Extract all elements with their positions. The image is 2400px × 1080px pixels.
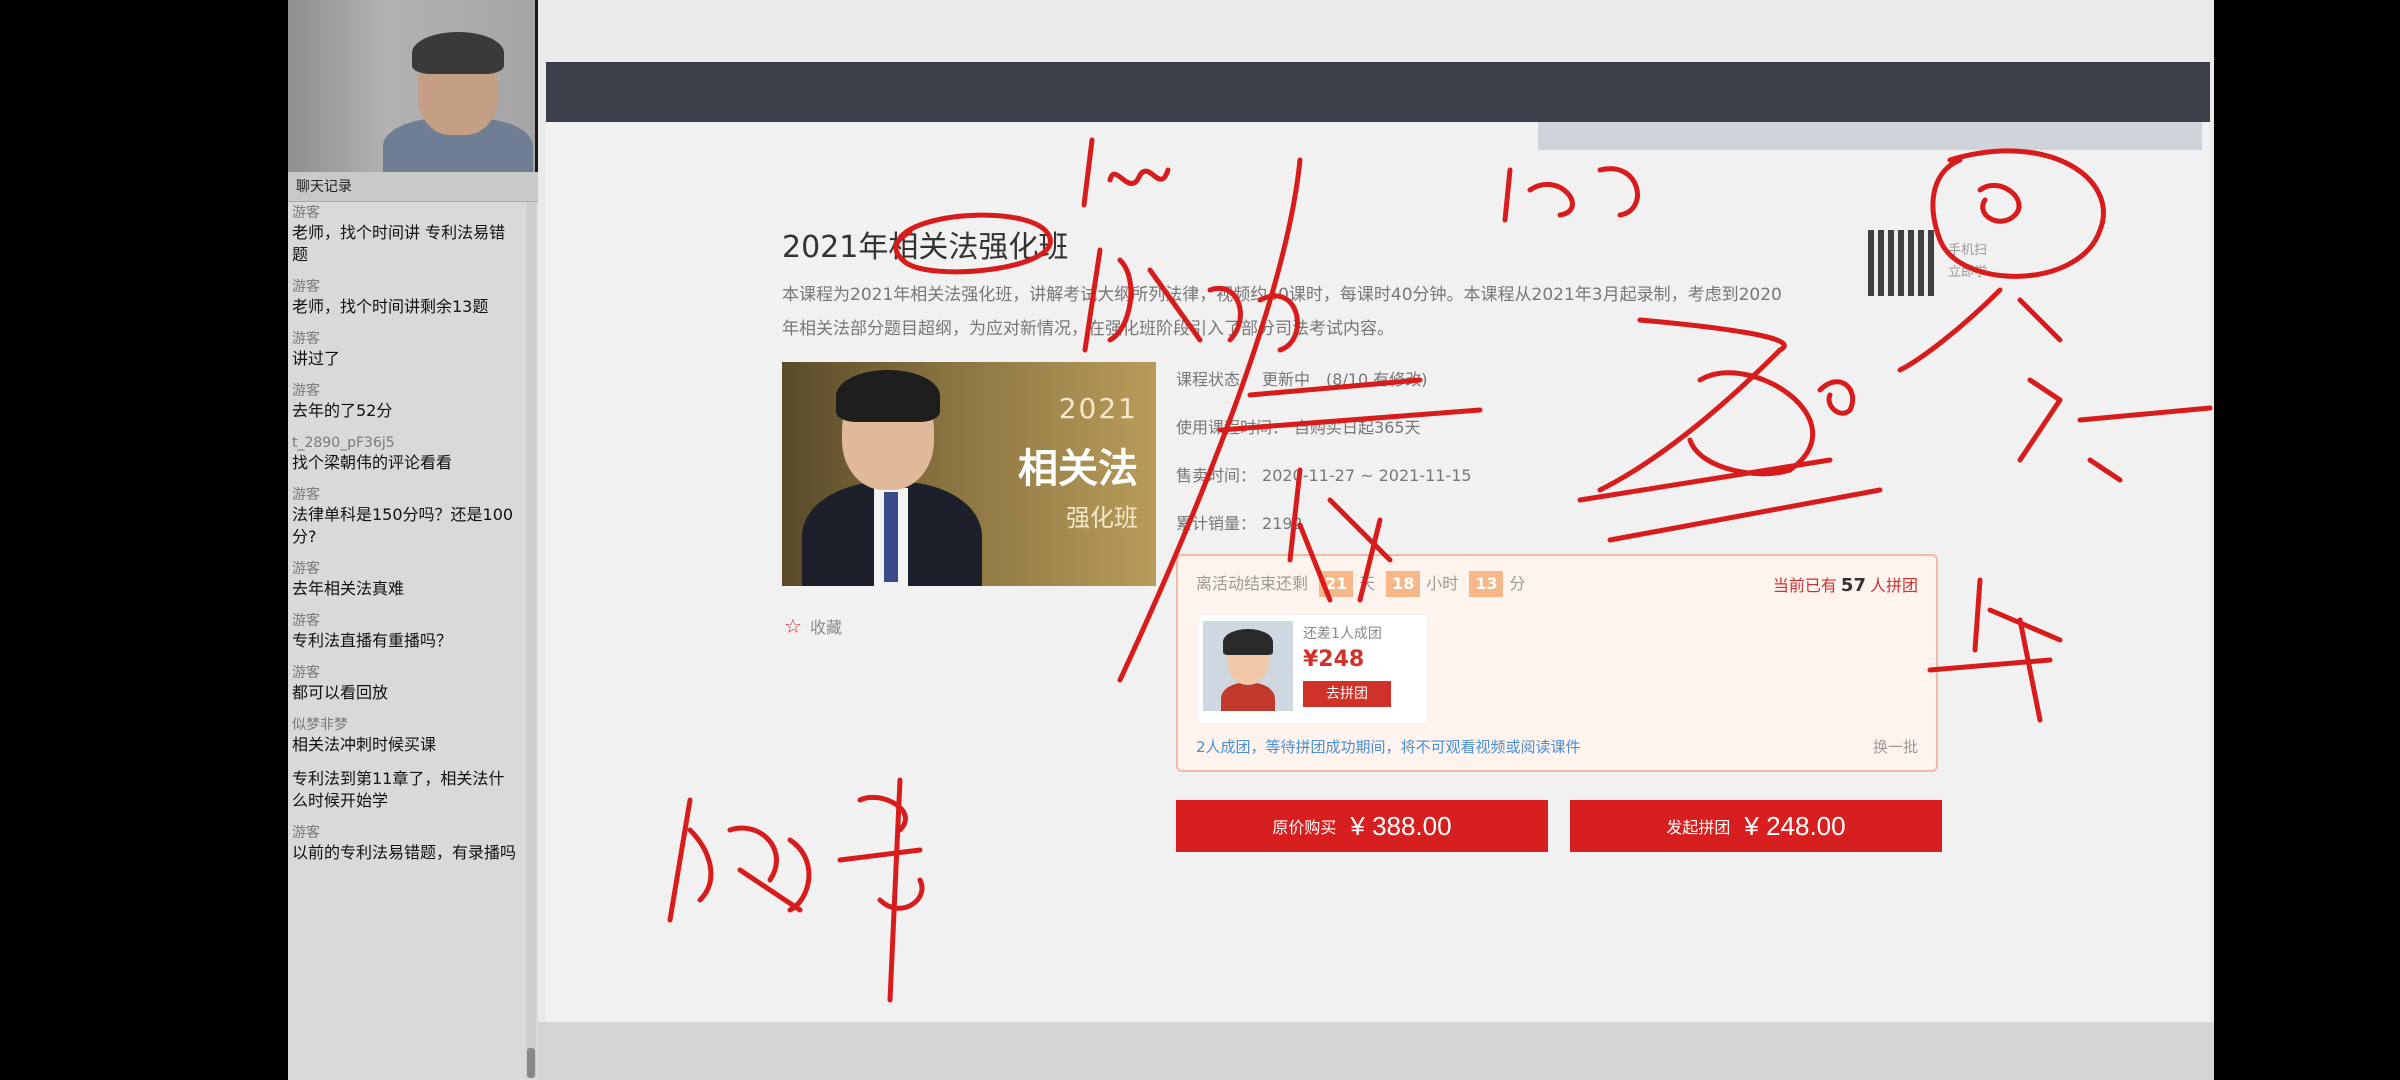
days-unit: 天 <box>1359 574 1376 593</box>
chat-user: 游客 <box>292 205 320 221</box>
chat-message: 游客 都可以看回放 <box>288 662 524 714</box>
chat-user: 游客 <box>292 487 320 503</box>
chat-user: 游客 <box>292 825 320 841</box>
chat-user: 游客 <box>292 331 320 347</box>
group-count-prefix: 当前已有 <box>1772 576 1837 595</box>
group-count: 当前已有 57 人拼团 <box>1773 572 1918 596</box>
webcam-video <box>288 0 535 172</box>
course-title: 2021年相关法强化班 <box>782 230 1069 265</box>
chat-text: 相关法冲刺时候买课 <box>292 735 437 754</box>
buy-label: 原价购买 <box>1272 820 1337 837</box>
star-icon: ☆ <box>784 614 802 638</box>
qr-caption: 手机扫 立即学 <box>1948 240 1987 284</box>
chat-text: 去年的了52分 <box>292 401 393 420</box>
screen-bottom-bar <box>538 1022 2214 1080</box>
chat-text: 去年相关法真难 <box>292 579 405 598</box>
chat-message: 游客以前的专利法易错题，有录播吗 <box>288 822 524 874</box>
sale-label: 售卖时间： <box>1176 466 1257 485</box>
course-usage: 使用课程时间： 自购买日起365天 <box>1176 414 1421 438</box>
poster-name: 相关法 <box>1018 446 1138 492</box>
course-description: 本课程为2021年相关法强化班，讲解考试大纲所列法律，视频约40课时，每课时40… <box>782 285 1782 339</box>
chat-message: 游客法律单科是150分吗？还是100分? <box>288 484 524 558</box>
usage-value: 自购买日起365天 <box>1294 418 1421 437</box>
hours-unit: 小时 <box>1426 574 1459 593</box>
group-count-number: 57 <box>1840 575 1866 596</box>
chat-header: 聊天记录 <box>288 172 538 202</box>
chat-message: 游客 讲过了 <box>288 328 524 380</box>
favorite-label: 收藏 <box>809 618 842 637</box>
chat-user: 游客 <box>292 613 320 629</box>
group-buy-panel: 离活动结束还剩 21 天 18 小时 13 分 当前已有 57 人拼团 还差1人成团 ¥2… <box>1176 554 1938 772</box>
chat-message: 游客老师，找个时间讲剩余13题 <box>288 276 524 328</box>
group-count-suffix: 人拼团 <box>1869 576 1918 595</box>
sales-label: 累计销量： <box>1176 514 1257 533</box>
join-group-button[interactable]: 去拼团 <box>1303 681 1391 707</box>
left-panel: 聊天记录 游客 老师，找个时间讲 专利法易错题 游客 老师，找个时间讲剩余13题 游… <box>288 0 545 1080</box>
group-member-card: 还差1人成团 ¥248 去拼团 <box>1198 614 1428 724</box>
chat-message: t_2890_pF36j5 找个梁朝伟的评论看看 <box>288 432 524 484</box>
chat-text: 讲过了 <box>292 349 341 368</box>
chat-text: 都可以看回放 <box>292 683 389 702</box>
usage-label: 使用课程时间： <box>1176 418 1289 437</box>
course-poster: 2021 相关法 强化班 <box>782 362 1156 586</box>
qr-caption-line: 立即学 <box>1948 265 1988 280</box>
start-group-buy-button[interactable]: 发起拼团 ¥ 248.00 <box>1570 800 1942 852</box>
qr-caption-line: 手机扫 <box>1948 243 1988 258</box>
course-sale-period: 售卖时间： 2020-11-27 ~ 2021-11-15 <box>1176 462 1472 486</box>
chat-text: 专利法直播有重播吗？ <box>292 631 453 650</box>
countdown-minutes: 13 <box>1469 571 1504 597</box>
chat-text: 老师，找个时间讲剩余13题 <box>292 297 489 316</box>
chat-message: 专利法到第11章了，相关法什么时候开始学 <box>288 766 524 822</box>
chat-message: 游客 去年相关法真难 <box>288 558 524 610</box>
chat-user: t_2890_pF36j5 <box>292 435 395 451</box>
chat-scrollbar[interactable] <box>526 202 536 1078</box>
chat-user: 似梦非梦 <box>292 717 348 733</box>
header-subbar <box>1538 122 2202 150</box>
original-price-buy-button[interactable]: 原价购买 ¥ 388.00 <box>1176 800 1548 852</box>
chat-message: 游客去年的了52分 <box>288 380 524 432</box>
chat-user: 游客 <box>292 279 320 295</box>
chat-text: 法律单科是150分吗？还是100分? <box>292 505 514 546</box>
qr-code <box>1868 230 1934 296</box>
countdown-hours: 18 <box>1386 571 1421 597</box>
status-value: 更新中 (8/10 有修改) <box>1262 370 1428 389</box>
countdown-days: 21 <box>1319 571 1354 597</box>
member-need: 还差1人成团 <box>1303 626 1382 642</box>
refresh-group-link[interactable]: 换一批 <box>1873 736 1918 757</box>
chat-text: 找个梁朝伟的评论看看 <box>292 453 453 472</box>
countdown-prefix: 离活动结束还剩 <box>1196 574 1309 593</box>
chat-text: 老师，找个时间讲 专利法易错题 <box>292 223 506 264</box>
chat-user: 游客 <box>292 665 320 681</box>
group-buy-note: 2人成团，等待拼团成功期间，将不可观看视频或阅读课件 <box>1196 738 1581 756</box>
favorite-button[interactable]: ☆ 收藏 <box>784 614 842 638</box>
sales-value: 2192 <box>1262 514 1303 533</box>
member-price: ¥248 <box>1303 647 1365 672</box>
buy-price: ¥ 388.00 <box>1350 810 1452 841</box>
scrollbar-thumb[interactable] <box>527 1048 535 1078</box>
chat-list[interactable]: 游客 老师，找个时间讲 专利法易错题 游客 老师，找个时间讲剩余13题 游客 讲过了 … <box>288 202 524 1078</box>
chat-message: 游客老师，找个时间讲 专利法易错题 <box>288 202 524 276</box>
course-sales: 累计销量： 2192 <box>1176 510 1303 534</box>
site-header-bar <box>546 62 2210 122</box>
chat-text: 专利法到第11章了，相关法什么时候开始学 <box>292 769 505 810</box>
avatar <box>1203 621 1293 711</box>
course-status: 课程状态： 更新中 (8/10 有修改) <box>1176 366 1428 390</box>
status-label: 课程状态： <box>1176 370 1257 389</box>
group-buy-label: 发起拼团 <box>1666 820 1731 837</box>
chat-text: 以前的专利法易错题，有录播吗 <box>292 843 517 862</box>
chat-user: 游客 <box>292 383 320 399</box>
group-buy-price: ¥ 248.00 <box>1744 810 1846 841</box>
chat-user: 游客 <box>292 561 320 577</box>
countdown: 离活动结束还剩 21 天 18 小时 13 分 <box>1196 570 1525 597</box>
chat-message: 似梦非梦相关法冲刺时候买课 <box>288 714 524 766</box>
chat-message: 游客专利法直播有重播吗？ <box>288 610 524 662</box>
minutes-unit: 分 <box>1509 574 1526 593</box>
sale-value: 2020-11-27 ~ 2021-11-15 <box>1262 466 1472 485</box>
poster-year: 2021 <box>1058 392 1138 425</box>
poster-subtitle: 强化班 <box>1066 504 1138 532</box>
